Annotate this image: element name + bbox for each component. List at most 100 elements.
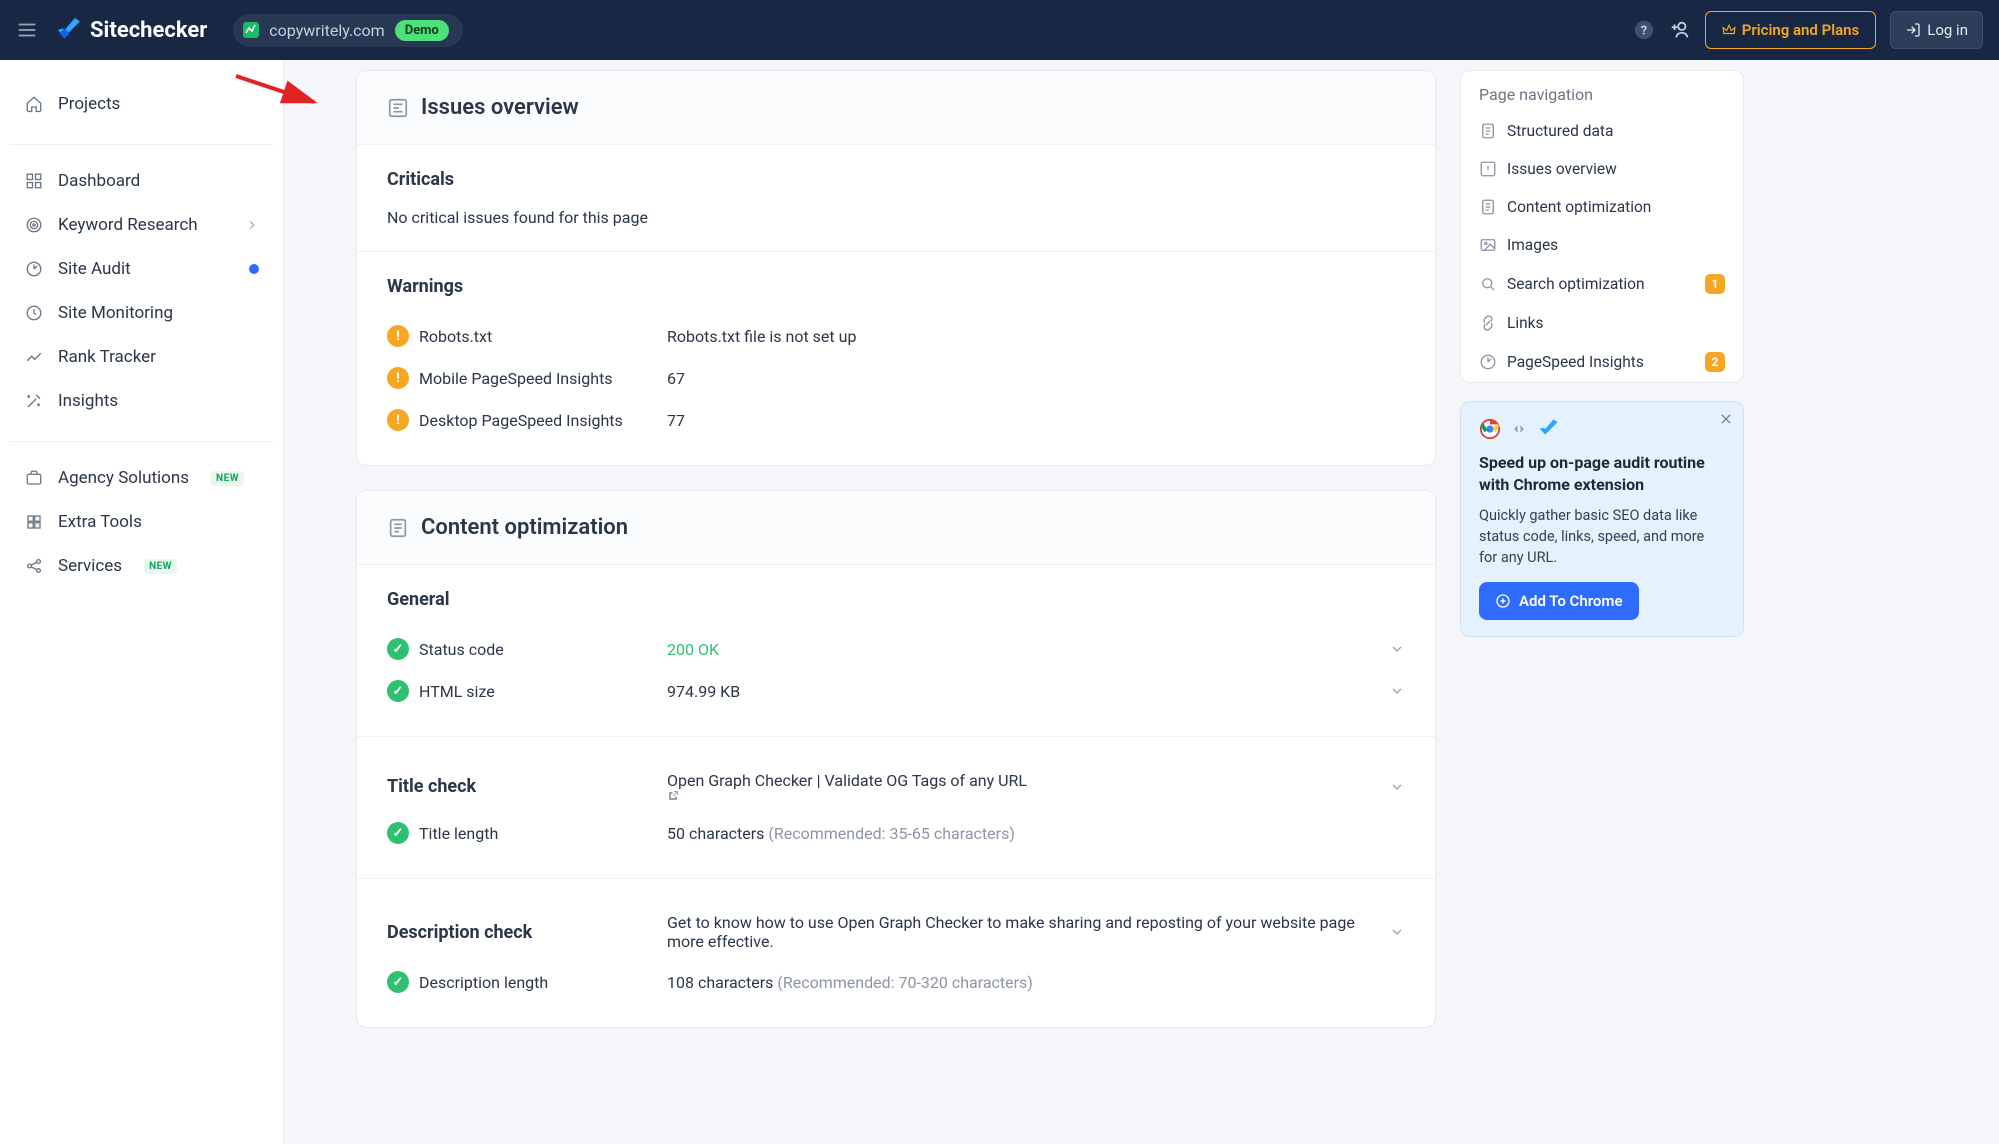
expand-toggle[interactable] bbox=[1389, 683, 1405, 699]
invite-user-button[interactable] bbox=[1669, 19, 1691, 41]
brand-logo[interactable]: Sitechecker bbox=[54, 18, 207, 43]
new-badge: NEW bbox=[211, 471, 244, 486]
plus-circle-icon bbox=[1495, 593, 1511, 609]
sidebar-item-services[interactable]: Services NEW bbox=[10, 544, 273, 588]
issues-icon bbox=[387, 97, 409, 119]
topbar: Sitechecker copywritely.com Demo ? Prici… bbox=[0, 0, 1999, 60]
add-to-chrome-button[interactable]: Add To Chrome bbox=[1479, 582, 1639, 620]
brand-name: Sitechecker bbox=[90, 18, 207, 43]
crown-icon bbox=[1722, 23, 1736, 37]
grid-icon bbox=[24, 171, 44, 191]
page-navigation-card: Page navigation Structured dataIssues ov… bbox=[1460, 70, 1744, 383]
sidebar-item-agency-solutions[interactable]: Agency Solutions NEW bbox=[10, 456, 273, 500]
chevron-right-icon bbox=[245, 218, 259, 232]
pagenav-images[interactable]: Images bbox=[1461, 226, 1743, 264]
title-length-row: ✓Title length 50 characters (Recommended… bbox=[387, 812, 1405, 854]
pagenav-pagespeed-insights[interactable]: PageSpeed Insights2 bbox=[1461, 342, 1743, 382]
chrome-icon bbox=[1479, 418, 1501, 440]
check-icon: ✓ bbox=[387, 680, 409, 702]
puzzle-icon bbox=[24, 512, 44, 532]
content-optimization-card: Content optimization General ✓Status cod… bbox=[356, 490, 1436, 1028]
sidebar-item-dashboard[interactable]: Dashboard bbox=[10, 159, 273, 203]
sidebar-item-label: Dashboard bbox=[58, 171, 140, 191]
check-icon: ✓ bbox=[387, 822, 409, 844]
promo-close-button[interactable] bbox=[1719, 412, 1733, 426]
sidebar-item-label: Services bbox=[58, 556, 122, 576]
brand-mark-icon bbox=[54, 18, 82, 42]
pricing-button[interactable]: Pricing and Plans bbox=[1705, 11, 1877, 49]
page-navigation-title: Page navigation bbox=[1461, 71, 1743, 112]
trend-icon bbox=[24, 347, 44, 367]
pagenav-content-optimization[interactable]: Content optimization bbox=[1461, 188, 1743, 226]
title-check-label: Title check bbox=[387, 776, 651, 797]
count-badge: 1 bbox=[1705, 274, 1725, 294]
warning-icon: ! bbox=[387, 409, 409, 431]
share-icon bbox=[24, 556, 44, 576]
home-icon bbox=[24, 94, 44, 114]
title-check-row[interactable]: Title check Open Graph Checker | Validat… bbox=[387, 761, 1405, 812]
demo-badge: Demo bbox=[395, 20, 449, 41]
sidebar-item-label: Agency Solutions bbox=[58, 468, 189, 488]
sidebar-item-label: Rank Tracker bbox=[58, 347, 156, 367]
promo-text: Quickly gather basic SEO data like statu… bbox=[1479, 505, 1725, 568]
site-favicon-icon bbox=[243, 22, 259, 38]
doc-icon bbox=[1479, 198, 1497, 216]
clock-icon bbox=[24, 303, 44, 323]
issues-overview-card: Issues overview Criticals No critical is… bbox=[356, 70, 1436, 466]
general-row[interactable]: ✓Status code200 OK bbox=[387, 628, 1405, 670]
pagenav-search-optimization[interactable]: Search optimization1 bbox=[1461, 264, 1743, 304]
login-button[interactable]: Log in bbox=[1890, 11, 1983, 49]
description-length-row: ✓Description length 108 characters (Reco… bbox=[387, 961, 1405, 1003]
sidebar-item-projects[interactable]: Projects bbox=[10, 82, 273, 126]
sidebar-item-label: Extra Tools bbox=[58, 512, 142, 532]
sidebar-item-label: Site Audit bbox=[58, 259, 131, 279]
gauge-icon bbox=[24, 259, 44, 279]
promo-title: Speed up on-page audit routine with Chro… bbox=[1479, 452, 1725, 497]
sidebar-item-site-audit[interactable]: Site Audit bbox=[10, 247, 273, 291]
active-indicator bbox=[249, 264, 259, 274]
link-sync-icon bbox=[1511, 421, 1527, 437]
sidebar-item-extra-tools[interactable]: Extra Tools bbox=[10, 500, 273, 544]
criticals-heading: Criticals bbox=[387, 169, 1405, 190]
new-badge: NEW bbox=[144, 559, 177, 574]
external-link-icon[interactable] bbox=[667, 790, 1373, 802]
pagenav-links[interactable]: Links bbox=[1461, 304, 1743, 342]
content-icon bbox=[387, 517, 409, 539]
chrome-extension-promo: Speed up on-page audit routine with Chro… bbox=[1460, 401, 1744, 637]
sidebar-item-insights[interactable]: Insights bbox=[10, 379, 273, 423]
menu-toggle-button[interactable] bbox=[16, 19, 38, 41]
promo-icons bbox=[1479, 418, 1725, 440]
warning-icon: ! bbox=[387, 367, 409, 389]
link-icon bbox=[1479, 314, 1497, 332]
description-check-row[interactable]: Description check Get to know how to use… bbox=[387, 903, 1405, 961]
count-badge: 2 bbox=[1705, 352, 1725, 372]
general-heading: General bbox=[387, 589, 1405, 610]
help-button[interactable]: ? bbox=[1633, 19, 1655, 41]
sidebar-item-label: Projects bbox=[58, 94, 120, 114]
project-selector[interactable]: copywritely.com Demo bbox=[233, 14, 462, 47]
sidebar-item-rank-tracker[interactable]: Rank Tracker bbox=[10, 335, 273, 379]
warn-icon bbox=[1479, 160, 1497, 178]
expand-toggle[interactable] bbox=[1389, 779, 1405, 795]
criticals-empty-text: No critical issues found for this page bbox=[387, 208, 1405, 227]
check-icon: ✓ bbox=[387, 971, 409, 993]
issues-overview-title: Issues overview bbox=[421, 95, 579, 120]
general-row[interactable]: ✓HTML size974.99 KB bbox=[387, 670, 1405, 712]
wand-icon bbox=[24, 391, 44, 411]
pagenav-issues-overview[interactable]: Issues overview bbox=[1461, 150, 1743, 188]
expand-toggle[interactable] bbox=[1389, 641, 1405, 657]
briefcase-icon bbox=[24, 468, 44, 488]
pagenav-structured-data[interactable]: Structured data bbox=[1461, 112, 1743, 150]
warning-row[interactable]: !Mobile PageSpeed Insights67 bbox=[387, 357, 1405, 399]
login-icon bbox=[1905, 22, 1921, 38]
warning-icon: ! bbox=[387, 325, 409, 347]
warning-row[interactable]: !Desktop PageSpeed Insights77 bbox=[387, 399, 1405, 441]
content-optimization-title: Content optimization bbox=[421, 515, 628, 540]
image-icon bbox=[1479, 236, 1497, 254]
sidebar-item-keyword-research[interactable]: Keyword Research bbox=[10, 203, 273, 247]
sitechecker-mini-icon bbox=[1537, 418, 1559, 440]
expand-toggle[interactable] bbox=[1389, 924, 1405, 940]
project-domain: copywritely.com bbox=[269, 21, 384, 40]
warning-row[interactable]: !Robots.txtRobots.txt file is not set up bbox=[387, 315, 1405, 357]
sidebar-item-site-monitoring[interactable]: Site Monitoring bbox=[10, 291, 273, 335]
